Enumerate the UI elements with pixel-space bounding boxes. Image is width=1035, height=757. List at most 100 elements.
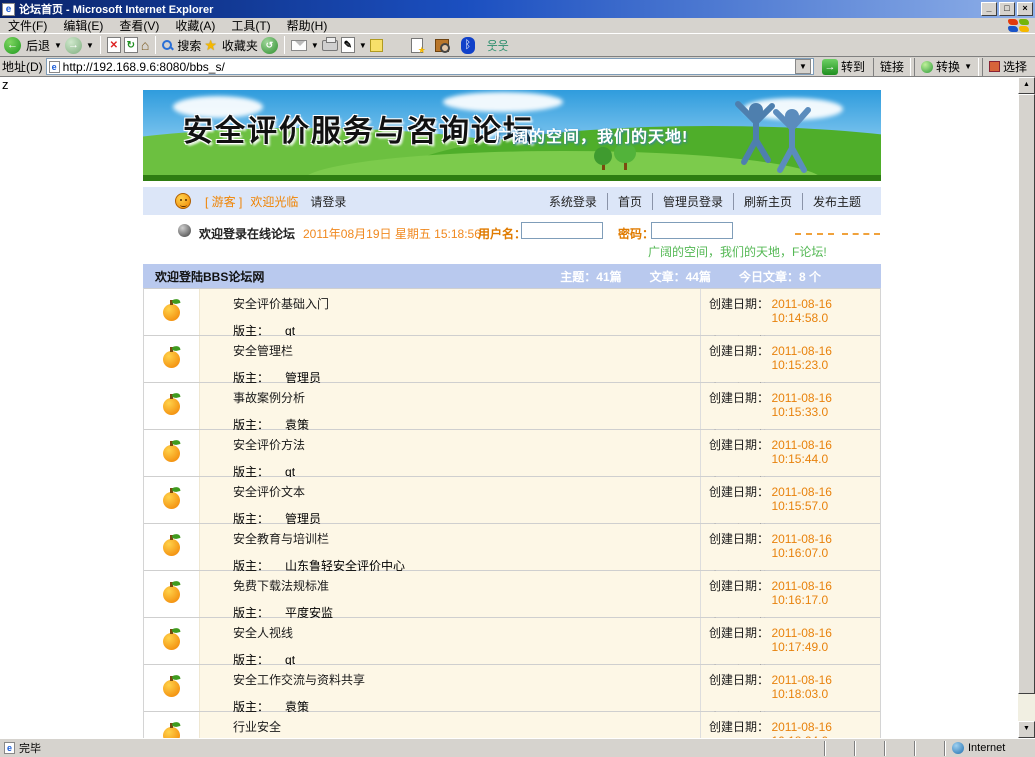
select-button[interactable]: 选择	[982, 58, 1033, 76]
forum-list: 安全评价基础入门 版主：qt 创建日期：2011-08-16 10:14:58.…	[143, 288, 881, 738]
refresh-icon[interactable]: ↻	[124, 37, 138, 53]
search-icon[interactable]	[162, 40, 172, 50]
forum-row: 安全评价文本 版主：管理员 创建日期：2011-08-16 10:15:57.0…	[144, 476, 880, 523]
forum-meta-cell: 创建日期：2011-08-16 10:15:44.0 今日主题数：3	[700, 430, 880, 476]
welcome-text: 欢迎光临	[250, 193, 298, 210]
username-field[interactable]	[521, 222, 603, 239]
restore-button[interactable]: □	[999, 2, 1015, 16]
forum-title-link[interactable]: 安全管理栏	[233, 344, 293, 358]
search-label[interactable]: 搜索	[177, 37, 201, 54]
forum-main-cell: 行业安全 版主：	[199, 712, 700, 738]
back-icon[interactable]: ←	[4, 37, 21, 54]
mail-dropdown-icon[interactable]: ▼	[311, 41, 319, 50]
forum-title-link[interactable]: 安全评价文本	[233, 485, 305, 499]
forward-icon[interactable]: →	[65, 37, 82, 54]
created-date: 2011-08-16 10:15:33.0	[771, 391, 876, 419]
scroll-down-icon[interactable]: ▼	[1018, 721, 1035, 738]
page-content: 安全评价服务与咨询论坛 广阔的空间，我们的天地! [ 游客 ] 欢迎光临 请登录…	[143, 90, 881, 738]
datetime-text: 2011年08月19日 星期五 15:18:56	[303, 225, 481, 242]
nav-link[interactable]: 系统登录	[539, 193, 607, 210]
messenger-page-star-icon[interactable]	[411, 38, 423, 53]
forum-title-link[interactable]: 安全评价基础入门	[233, 297, 329, 311]
toolbar-separator	[100, 36, 101, 54]
scroll-up-icon[interactable]: ▲	[1018, 77, 1035, 94]
forum-icon-cell	[144, 336, 199, 382]
forum-title-link[interactable]: 事故案例分析	[233, 391, 305, 405]
zone-text: Internet	[968, 742, 1005, 754]
menu-edit[interactable]: 编辑(E)	[55, 18, 111, 34]
nav-link[interactable]: 发布主题	[802, 193, 871, 210]
messenger-people-icon[interactable]: 웃웃	[487, 37, 509, 54]
forum-main-cell: 安全工作交流与资料共享 版主：袁策	[199, 665, 700, 711]
forum-title-link[interactable]: 行业安全	[233, 720, 281, 734]
forum-title-link[interactable]: 安全工作交流与资料共享	[233, 673, 365, 687]
mail-icon[interactable]	[291, 40, 307, 51]
bluetooth-icon[interactable]: ᛒ	[461, 37, 475, 54]
nav-link[interactable]: 管理员登录	[652, 193, 733, 210]
address-dropdown-icon[interactable]: ▼	[795, 59, 811, 74]
favorites-label[interactable]: 收藏夹	[222, 37, 258, 54]
go-button[interactable]: → 转到	[817, 58, 870, 76]
nav-link[interactable]: 首页	[607, 193, 652, 210]
research-icon[interactable]	[435, 39, 449, 52]
created-date: 2011-08-16 10:18:24.0	[771, 720, 876, 738]
orange-fruit-icon	[163, 445, 180, 462]
status-text: 完毕	[19, 740, 41, 756]
forum-title-link[interactable]: 安全评价方法	[233, 438, 305, 452]
convert-dropdown-icon[interactable]: ▼	[964, 62, 972, 71]
minimize-button[interactable]: _	[981, 2, 997, 16]
forum-main-cell: 安全教育与培训栏 版主：山东鲁轻安全评价中心	[199, 524, 700, 570]
edit-dropdown-icon[interactable]: ▼	[359, 41, 367, 50]
forum-title-link[interactable]: 安全人视线	[233, 626, 293, 640]
discuss-icon[interactable]	[370, 39, 383, 52]
print-icon[interactable]	[322, 40, 338, 51]
history-icon[interactable]: ↺	[261, 37, 278, 54]
address-url[interactable]: http://192.168.9.6:8080/bbs_s/	[63, 60, 792, 74]
forward-dropdown-icon[interactable]: ▼	[86, 41, 94, 50]
back-label[interactable]: 后退	[26, 37, 50, 54]
menu-tools[interactable]: 工具(T)	[223, 18, 278, 34]
go-label: 转到	[841, 58, 865, 75]
edit-icon[interactable]: ✎	[341, 37, 355, 53]
menu-view[interactable]: 查看(V)	[111, 18, 167, 34]
stop-icon[interactable]: ✕	[107, 37, 121, 53]
vertical-scrollbar[interactable]: ▲ ▼	[1018, 77, 1035, 738]
ie-app-icon: e	[2, 3, 15, 16]
nav-link[interactable]: 刷新主页	[733, 193, 802, 210]
banner-subtitle: 广阔的空间，我们的天地!	[495, 123, 688, 147]
forum-meta-cell: 创建日期：2011-08-16 10:15:23.0 今日主题数：4	[700, 336, 880, 382]
menu-file[interactable]: 文件(F)	[0, 18, 55, 34]
forum-title-link[interactable]: 免费下载法规标准	[233, 579, 329, 593]
jumping-people-illustration	[728, 94, 818, 179]
created-label: 创建日期：	[709, 530, 771, 547]
orange-fruit-icon	[163, 727, 180, 739]
back-dropdown-icon[interactable]: ▼	[54, 41, 62, 50]
address-bar: 地址(D) e http://192.168.9.6:8080/bbs_s/ ▼…	[0, 57, 1035, 77]
login-prompt-link[interactable]: 请登录	[310, 193, 346, 210]
forum-title-link[interactable]: 安全教育与培训栏	[233, 532, 329, 546]
menu-favorites[interactable]: 收藏(A)	[167, 18, 223, 34]
favorites-star-icon[interactable]: ★	[204, 37, 217, 54]
menu-help[interactable]: 帮助(H)	[279, 18, 336, 34]
internet-zone-icon	[952, 742, 964, 754]
close-button[interactable]: ×	[1017, 2, 1033, 16]
forum-meta-cell: 创建日期：2011-08-16 10:14:58.0 今日主题数：3	[700, 289, 880, 335]
stat-articles: 文章：44篇	[650, 268, 711, 285]
convert-button[interactable]: 转换 ▼	[914, 58, 979, 76]
created-label: 创建日期：	[709, 624, 771, 641]
address-input[interactable]: e http://192.168.9.6:8080/bbs_s/ ▼	[46, 58, 814, 75]
home-icon[interactable]: ⌂	[141, 37, 149, 53]
forum-meta-cell: 创建日期：2011-08-16 10:18:24.0 今日主题数：	[700, 712, 880, 738]
scrollbar-thumb[interactable]	[1018, 94, 1035, 694]
password-field[interactable]	[651, 222, 733, 239]
created-label: 创建日期：	[709, 436, 771, 453]
orange-fruit-icon	[163, 398, 180, 415]
status-page-icon: e	[4, 742, 15, 754]
created-label: 创建日期：	[709, 718, 771, 735]
forum-main-cell: 免费下载法规标准 版主：平度安监	[199, 571, 700, 617]
links-button[interactable]: 链接	[873, 58, 911, 76]
convert-globe-icon	[921, 61, 933, 73]
menu-bar: 文件(F) 编辑(E) 查看(V) 收藏(A) 工具(T) 帮助(H)	[0, 18, 1035, 34]
orange-fruit-icon	[163, 539, 180, 556]
window-title: 论坛首页 - Microsoft Internet Explorer	[19, 1, 213, 17]
